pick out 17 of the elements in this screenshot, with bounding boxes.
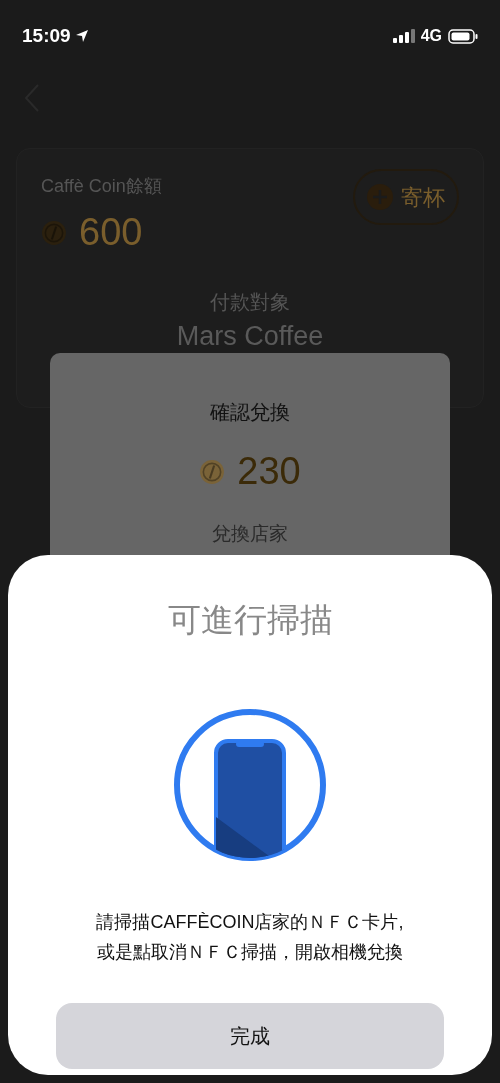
network-label: 4G — [420, 26, 442, 46]
dialog-title: 確認兌換 — [210, 400, 290, 425]
done-button[interactable]: 完成 — [56, 1002, 444, 1069]
location-arrow-icon — [74, 29, 89, 43]
phone-scan-icon — [172, 706, 328, 863]
sheet-title: 可進行掃描 — [167, 600, 333, 640]
signal-icon — [392, 29, 415, 43]
balance-amount: 600 — [79, 210, 143, 255]
balance-label: Caffè Coin餘額 — [41, 175, 162, 198]
status-time: 15:09 — [22, 23, 71, 48]
exchange-amount: 230 — [237, 449, 301, 494]
payee-label: 付款對象 — [210, 290, 290, 315]
store-label: 兌換店家 — [212, 522, 288, 546]
coin-icon — [199, 458, 226, 485]
payee-name: Mars Coffee — [176, 321, 324, 351]
instruction-text: 請掃描CAFFÈCOIN店家的ＮＦＣ卡片, 或是點取消ＮＦＣ掃描，開啟相機兌換 — [96, 910, 404, 964]
battery-icon — [448, 28, 478, 44]
